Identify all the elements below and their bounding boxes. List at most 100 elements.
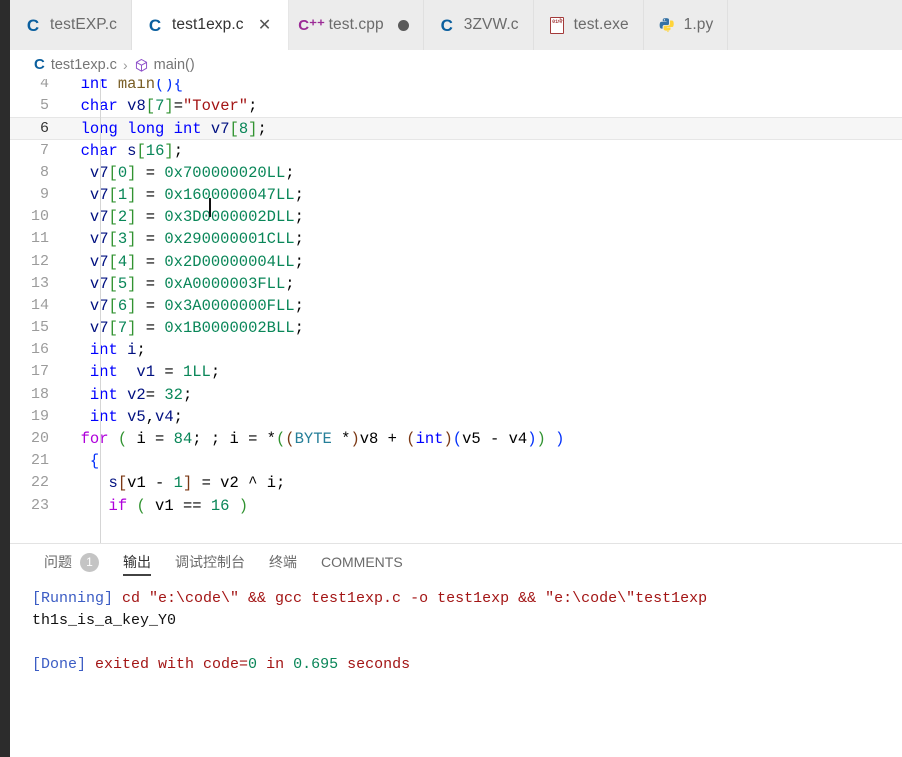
code-line-text[interactable]: {	[62, 450, 902, 472]
panel-tab-4[interactable]: COMMENTS	[309, 544, 415, 580]
code-editor[interactable]: 4 int main(){5 char v8[7]="Tover";6 long…	[10, 79, 902, 544]
code-line-text[interactable]: char v8[7]="Tover";	[62, 95, 902, 117]
output-segment: exited with code=	[86, 656, 249, 673]
editor-tab-3zvw-c[interactable]: C 3ZVW.c	[423, 0, 534, 50]
line-number[interactable]: 21	[10, 450, 62, 472]
code-line-text[interactable]: v7[1] = 0x1600000047LL;	[62, 184, 902, 206]
code-line-text[interactable]: v7[3] = 0x290000001CLL;	[62, 228, 902, 250]
editor-tab-test1exp-c[interactable]: Ctest1exp.c ✕	[131, 0, 289, 50]
line-number[interactable]: 4	[10, 79, 62, 95]
code-line-text[interactable]: for ( i = 84; ; i = *((BYTE *)v8 + (int)…	[62, 428, 902, 450]
code-line: 15 v7[7] = 0x1B0000002BLL;	[10, 317, 902, 339]
line-number[interactable]: 17	[10, 361, 62, 383]
breadcrumb-item-1[interactable]: main()	[134, 57, 195, 73]
activity-bar[interactable]	[0, 0, 10, 757]
code-token: [	[229, 120, 239, 139]
code-token: ;	[285, 274, 295, 293]
line-number[interactable]: 6	[10, 118, 62, 138]
code-token: (	[406, 430, 416, 448]
code-line-text[interactable]: int main(){	[62, 79, 902, 95]
line-number[interactable]: 9	[10, 184, 62, 206]
code-line-text[interactable]: v7[0] = 0x700000020LL;	[62, 162, 902, 184]
code-token: =	[173, 97, 183, 116]
line-number[interactable]: 8	[10, 162, 62, 184]
line-number[interactable]: 5	[10, 95, 62, 117]
code-token: ,	[145, 407, 156, 426]
line-number[interactable]: 18	[10, 384, 62, 406]
code-line-text[interactable]: int v2= 32;	[62, 384, 902, 406]
output-segment	[32, 634, 41, 651]
code-line-text[interactable]: v7[4] = 0x2D00000004LL;	[62, 251, 902, 273]
code-line-text[interactable]: v7[6] = 0x3A0000000FLL;	[62, 295, 902, 317]
code-token: (	[452, 430, 463, 448]
line-number[interactable]: 19	[10, 406, 62, 428]
code-token: v5	[127, 407, 146, 426]
panel-tab-2[interactable]: 调试控制台	[163, 544, 257, 580]
line-number[interactable]: 12	[10, 251, 62, 273]
code-token: long	[127, 120, 165, 139]
code-line-text[interactable]: if ( v1 == 16 )	[62, 495, 902, 517]
output-console[interactable]: [Running] cd "e:\code\" && gcc test1exp.…	[10, 580, 902, 757]
code-line: 5 char v8[7]="Tover";	[10, 95, 902, 117]
line-number[interactable]: 14	[10, 295, 62, 317]
line-number[interactable]: 23	[10, 495, 62, 517]
line-number[interactable]: 13	[10, 273, 62, 295]
line-number[interactable]: 11	[10, 228, 62, 250]
code-line-text[interactable]: v7[5] = 0xA0000003FLL;	[62, 273, 902, 295]
code-token: 8	[238, 120, 249, 139]
code-token: ;	[294, 208, 304, 227]
line-number[interactable]: 7	[10, 140, 62, 162]
c-file-icon: C	[148, 15, 162, 35]
panel-tab-1[interactable]: 输出	[111, 544, 163, 580]
editor-tab-1-py[interactable]: 1.py	[643, 0, 729, 50]
code-token: [	[108, 296, 118, 315]
c-file-icon: C	[440, 15, 453, 35]
code-line-text[interactable]: long long int v7[8];	[62, 118, 902, 138]
code-line-text[interactable]: v7[2] = 0x3D0000002DLL;	[62, 206, 902, 228]
cpp-file-icon: C⁺⁺	[298, 16, 325, 34]
code-token: ;	[136, 341, 146, 360]
close-icon[interactable]: ✕	[256, 16, 274, 34]
line-number[interactable]: 10	[10, 206, 62, 228]
editor-tab-test-exe[interactable]: test.exe	[533, 0, 644, 50]
output-segment: 0.695	[293, 656, 339, 673]
code-token: (	[285, 430, 295, 448]
code-line-text[interactable]: int v5,v4;	[62, 406, 902, 428]
unsaved-dot-icon[interactable]	[397, 19, 409, 31]
output-segment: seconds	[338, 656, 411, 673]
python-file-icon	[658, 16, 676, 34]
panel-tab-0[interactable]: 问题 1	[32, 544, 111, 580]
code-token: [	[108, 208, 118, 227]
code-line: 21 {	[10, 450, 902, 472]
code-line-text[interactable]: v7[7] = 0x1B0000002BLL;	[62, 317, 902, 339]
line-number[interactable]: 15	[10, 317, 62, 339]
code-line-text[interactable]: int v1 = 1LL;	[62, 361, 902, 383]
code-line-text[interactable]: s[v1 - 1] = v2 ^ i;	[62, 472, 902, 494]
code-line: 14 v7[6] = 0x3A0000000FLL;	[10, 295, 902, 317]
editor-tab-testexp-c[interactable]: CtestEXP.c	[10, 0, 132, 50]
code-line-text[interactable]: int i;	[62, 339, 902, 361]
line-number[interactable]: 16	[10, 339, 62, 361]
code-token: [	[117, 474, 128, 493]
editor-tab-label: test.cpp	[328, 16, 384, 33]
panel-tab-3[interactable]: 终端	[257, 544, 309, 580]
line-number[interactable]: 20	[10, 428, 62, 450]
code-token: (	[136, 496, 146, 515]
code-line: 7 char s[16];	[10, 140, 902, 162]
panel-tab-bar: 问题 1 输出 调试控制台 终端 COMMENTS	[10, 544, 902, 580]
code-token: 0x1B0000002BLL	[164, 319, 295, 338]
line-number[interactable]: 22	[10, 472, 62, 494]
code-token: 6	[117, 296, 128, 315]
code-token: int	[415, 430, 444, 448]
code-line: 10 v7[2] = 0x3D0000002DLL;	[10, 206, 902, 228]
breadcrumb-item-0[interactable]: Ctest1exp.c	[34, 56, 117, 73]
workbench: CtestEXP.c Ctest1exp.c ✕ C⁺⁺ test.cpp C 3ZVW.c…	[10, 0, 902, 757]
code-token: =	[136, 230, 165, 249]
code-token: 2	[117, 208, 128, 227]
program-stdout-line: th1s_is_a_key_Y0	[32, 610, 902, 632]
editor-tab-test-cpp[interactable]: C⁺⁺ test.cpp	[288, 0, 424, 50]
code-line-text[interactable]: char s[16];	[62, 140, 902, 162]
code-token: s	[108, 474, 118, 493]
